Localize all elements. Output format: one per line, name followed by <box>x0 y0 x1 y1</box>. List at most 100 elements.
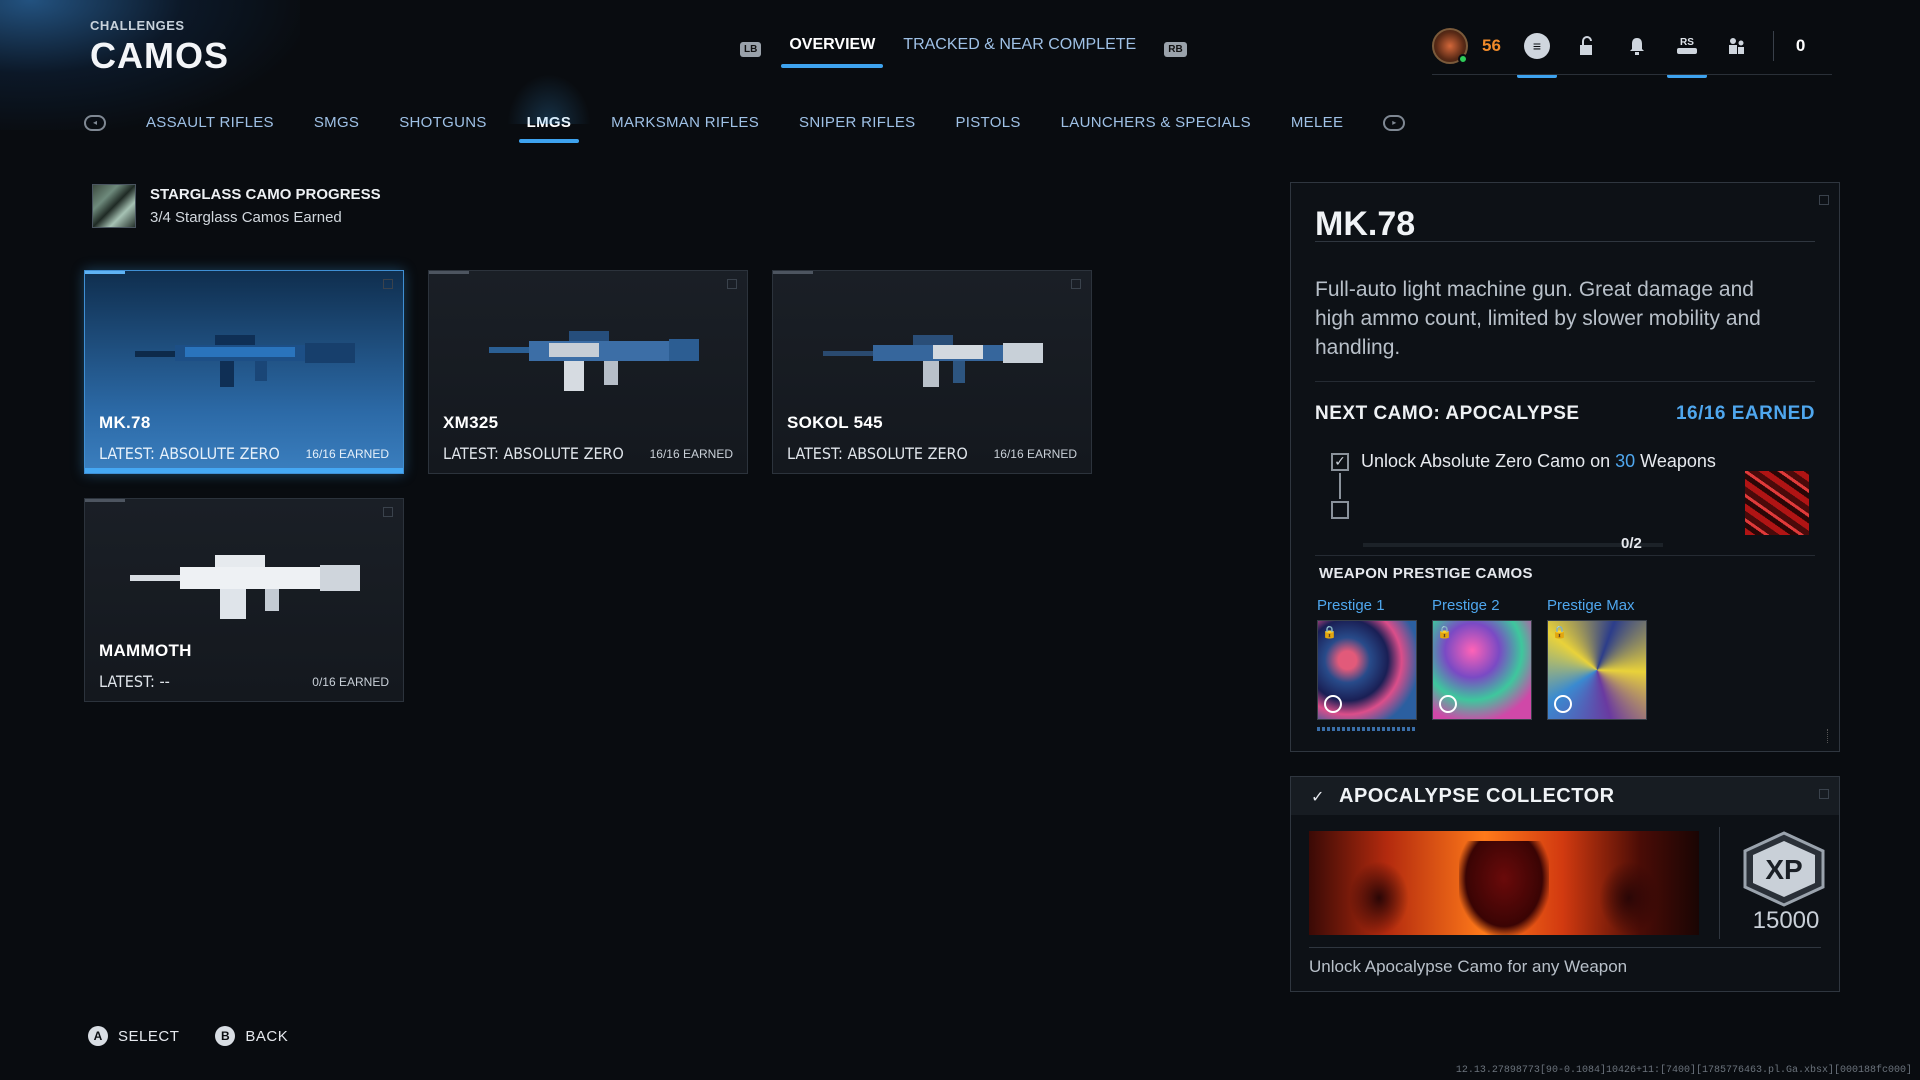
category-tabs: ◂ ASSAULT RIFLES SMGS SHOTGUNS LMGS MARK… <box>84 74 1406 143</box>
tab-smgs[interactable]: SMGS <box>314 114 359 131</box>
card-progress-line <box>85 271 125 274</box>
rank-emblem-icon[interactable] <box>1432 28 1468 64</box>
xp-reward-value: 15000 <box>1752 907 1820 934</box>
player-level: 56 <box>1482 36 1501 55</box>
tab-marksman-rifles[interactable]: MARKSMAN RIFLES <box>611 114 759 131</box>
prestige-label: Prestige Max <box>1547 597 1635 614</box>
divider <box>1315 381 1815 382</box>
tab-sniper-rifles[interactable]: SNIPER RIFLES <box>799 114 915 131</box>
top-right-bar: 56 ≡ RS 0 <box>1432 28 1806 78</box>
sokol-545-weapon-icon <box>823 335 1043 387</box>
prestige-2-camo[interactable]: Prestige 2 🔒 <box>1432 597 1532 720</box>
divider <box>1719 827 1720 939</box>
tab-assault-rifles[interactable]: ASSAULT RIFLES <box>146 114 274 131</box>
rb-bumper-icon[interactable]: RB <box>1164 41 1187 57</box>
divider <box>1772 31 1774 61</box>
xm325-weapon-icon <box>489 331 699 391</box>
prestige-max-camo[interactable]: Prestige Max 🔒 <box>1547 597 1647 720</box>
lb-bumper-icon[interactable]: LB <box>740 41 762 57</box>
tab-launchers-specials[interactable]: LAUNCHERS & SPECIALS <box>1061 114 1251 131</box>
prestige-badge-icon <box>1324 695 1342 713</box>
party-button[interactable] <box>1723 32 1751 60</box>
xp-badge-icon: XP <box>1743 831 1825 907</box>
divider <box>1315 555 1815 556</box>
top-right-divider <box>1432 74 1832 75</box>
notifications-button[interactable] <box>1623 32 1651 60</box>
rs-label: RS <box>1679 36 1694 48</box>
prestige-1-camo[interactable]: Prestige 1 🔒 <box>1317 597 1417 720</box>
header: CHALLENGES CAMOS <box>90 18 229 77</box>
prestige-1-focus-indicator <box>1317 727 1417 731</box>
pin-icon <box>383 279 393 289</box>
left-bumper-icon[interactable]: ◂ <box>84 114 106 131</box>
weapon-card-sokol-545[interactable]: SOKOL 545 LATEST: ABSOLUTE ZERO 16/16 EA… <box>772 270 1092 474</box>
right-bumper-icon[interactable]: ▸ <box>1383 114 1406 131</box>
progress-subtitle: 3/4 Starglass Camos Earned <box>150 209 342 226</box>
weapon-earned-count: 16/16 EARNED <box>649 447 733 461</box>
task-connector <box>1339 473 1341 499</box>
party-count: 0 <box>1795 36 1806 55</box>
mammoth-weapon-icon <box>130 555 360 619</box>
build-id: 12.13.27898773[90-0.1084]10426+11:[7400]… <box>1455 1065 1912 1076</box>
lock-icon: 🔒 <box>1322 625 1337 639</box>
lock-icon: 🔒 <box>1552 625 1567 639</box>
online-status-icon <box>1458 54 1468 64</box>
prestige-camos-title: WEAPON PRESTIGE CAMOS <box>1319 565 1533 582</box>
weapon-card-mammoth[interactable]: MAMMOTH LATEST: -- 0/16 EARNED <box>84 498 404 702</box>
menu-icon: ≡ <box>1523 33 1550 59</box>
lock-icon: 🔒 <box>1437 625 1452 639</box>
tab-overview[interactable]: OVERVIEW <box>781 36 884 68</box>
tab-melee[interactable]: MELEE <box>1291 114 1343 131</box>
unlock-button[interactable] <box>1573 32 1601 60</box>
party-icon <box>1728 38 1744 54</box>
back-prompt[interactable]: B BACK <box>215 1026 288 1046</box>
weapon-detail-panel: MK.78 Full-auto light machine gun. Great… <box>1290 182 1840 752</box>
prestige-2-swatch: 🔒 <box>1432 620 1532 720</box>
prestige-max-swatch: 🔒 <box>1547 620 1647 720</box>
page-title: CAMOS <box>90 35 229 76</box>
prestige-label: Prestige 1 <box>1317 597 1385 614</box>
apocalypse-collector-panel: ✓ APOCALYPSE COLLECTOR XP 15000 Unlock A… <box>1290 776 1840 992</box>
weapon-latest-camo: LATEST: ABSOLUTE ZERO <box>99 444 280 463</box>
pin-icon <box>1819 789 1829 799</box>
rs-button[interactable]: RS <box>1666 32 1707 78</box>
select-prompt[interactable]: A SELECT <box>88 1026 179 1046</box>
weapon-card-xm325[interactable]: XM325 LATEST: ABSOLUTE ZERO 16/16 EARNED <box>428 270 748 474</box>
checkmark-icon: ✓ <box>1311 789 1325 806</box>
weapon-latest-camo: LATEST: ABSOLUTE ZERO <box>787 444 968 463</box>
pin-icon <box>727 279 737 289</box>
menu-button[interactable]: ≡ <box>1516 32 1557 78</box>
checkbox-empty-icon <box>1331 501 1349 519</box>
starglass-camo-icon <box>92 184 136 228</box>
art-figure-left <box>1349 861 1409 935</box>
divider <box>1309 947 1821 948</box>
art-figure-center <box>1459 841 1549 935</box>
xp-label: XP <box>1765 854 1802 885</box>
mk78-weapon-icon <box>135 335 355 387</box>
bell-icon <box>1629 38 1644 55</box>
button-prompts: A SELECT B BACK <box>88 1026 288 1046</box>
tab-tracked-near-complete[interactable]: TRACKED & NEAR COMPLETE <box>903 36 1136 62</box>
prestige-camo-list: Prestige 1 🔒 Prestige 2 🔒 Prestige Max 🔒 <box>1317 597 1647 720</box>
divider <box>1315 241 1815 242</box>
next-camo-earned: 16/16 EARNED <box>1675 403 1815 424</box>
weapon-earned-count: 16/16 EARNED <box>993 447 1077 461</box>
task-count: 30 <box>1615 451 1636 471</box>
weapon-card-mk78[interactable]: MK.78 LATEST: ABSOLUTE ZERO 16/16 EARNED <box>84 270 404 474</box>
weapon-earned-count: 16/16 EARNED <box>305 447 389 461</box>
task-progress-bar <box>1363 543 1663 547</box>
weapon-latest-camo: LATEST: -- <box>99 672 170 691</box>
resize-grip-icon <box>1827 729 1831 743</box>
tab-lmgs[interactable]: LMGS <box>506 74 591 143</box>
pin-icon <box>383 507 393 517</box>
next-camo-title: NEXT CAMO: APOCALYPSE <box>1315 403 1580 424</box>
tab-shotguns[interactable]: SHOTGUNS <box>399 114 486 131</box>
tab-pistols[interactable]: PISTOLS <box>955 114 1020 131</box>
task-progress-count: 0/2 <box>1621 535 1642 552</box>
weapon-name: MAMMOTH <box>99 641 192 660</box>
card-progress-line <box>429 271 469 274</box>
selected-indicator <box>85 468 403 473</box>
prestige-label: Prestige 2 <box>1432 597 1500 614</box>
task-prefix: Unlock Absolute Zero Camo on <box>1361 451 1616 471</box>
b-button-icon: B <box>215 1026 236 1046</box>
